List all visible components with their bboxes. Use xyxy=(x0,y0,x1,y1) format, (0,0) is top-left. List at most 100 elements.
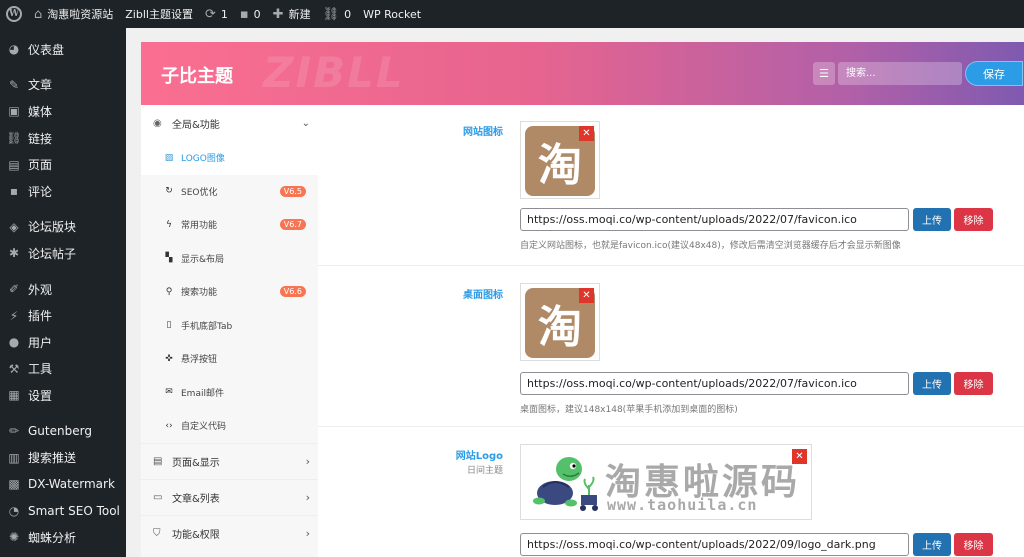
desktop-icon-url-input[interactable] xyxy=(520,372,909,395)
sidebar-item-dx-watermark[interactable]: ▩ DX-Watermark xyxy=(0,471,126,498)
dashboard-icon: ◕ xyxy=(8,42,20,57)
theme-settings-link[interactable]: Zibll主题设置 xyxy=(119,0,199,28)
sidebar-item-label: 用户 xyxy=(28,335,53,350)
target-icon: ◉ xyxy=(153,117,162,129)
list-icon: ☰ xyxy=(819,67,829,80)
sidebar-item-users[interactable]: ● 用户 xyxy=(0,329,126,356)
wordpress-logo-button[interactable]: W xyxy=(0,0,28,28)
options-header: ZIBLL 子比主题 ☰ 保存 xyxy=(141,42,1024,105)
nav-group-permissions[interactable]: ⛉ 功能&权限 › xyxy=(141,514,318,551)
upload-button[interactable]: 上传 xyxy=(913,533,951,556)
sidebar-item-posts[interactable]: ✎ 文章 xyxy=(0,72,126,99)
page-title: 子比主题 xyxy=(161,66,233,87)
nav-group-page-display[interactable]: ▤ 页面&显示 › xyxy=(141,442,318,479)
update-icon: ⟳ xyxy=(204,6,216,22)
wordpress-icon: W xyxy=(6,6,22,22)
updates-link[interactable]: ⟳ 1 xyxy=(199,0,234,28)
favicon-url-input[interactable] xyxy=(520,208,909,231)
nav-group-global[interactable]: ◉ 全局&功能 ⌄ xyxy=(141,105,318,141)
nav-group-label: 功能&权限 xyxy=(172,529,220,541)
sidebar-item-forum-boards[interactable]: ◈ 论坛版块 xyxy=(0,214,126,241)
nav-item-logo[interactable]: ▨ LOGO图像 xyxy=(141,141,318,175)
comments-count: 0 xyxy=(253,7,261,21)
remove-button[interactable]: 移除 xyxy=(954,372,993,395)
pin-icon: ✎ xyxy=(8,77,20,92)
wp-rocket-link[interactable]: WP Rocket xyxy=(357,0,427,28)
sidebar-item-smart-seo[interactable]: ◔ Smart SEO Tool xyxy=(0,498,126,525)
upload-button[interactable]: 上传 xyxy=(913,208,951,231)
save-button[interactable]: 保存 xyxy=(965,61,1023,86)
field-label: 网站图标 xyxy=(463,127,503,138)
sidebar-item-spider[interactable]: ✺ 蜘蛛分析 xyxy=(0,524,126,551)
sidebar-item-search-push[interactable]: ▥ 搜索推送 xyxy=(0,444,126,471)
field-description: 自定义网站图标，也就是favicon.ico(建议48x48)，修改后需清空浏览… xyxy=(520,241,901,251)
shield-icon: ⛉ xyxy=(153,527,161,539)
options-content: 网站图标 淘 ✕ 上传 移除 自定义网站图标，也就是favicon.ico(建议… xyxy=(318,105,1024,557)
pin-icon: ✜ xyxy=(165,353,173,364)
theme-settings-label: Zibll主题设置 xyxy=(125,8,193,21)
sidebar-item-label: 论坛帖子 xyxy=(28,246,77,261)
sidebar-item-label: 外观 xyxy=(28,282,53,297)
remove-button[interactable]: 移除 xyxy=(954,533,993,556)
home-icon: ⌂ xyxy=(34,6,43,22)
logo-url-input[interactable] xyxy=(520,533,909,556)
comment-icon: ▪ xyxy=(9,184,19,199)
links-link[interactable]: ⛓ 0 xyxy=(317,0,358,28)
clear-image-button[interactable]: ✕ xyxy=(579,126,594,141)
nav-item-custom-code[interactable]: ‹› 自定义代码 xyxy=(141,409,318,443)
options-nav: ◉ 全局&功能 ⌄ ▨ LOGO图像 ↻ SEO优化 V6.5 ϟ 常用功能 V6.7 ▚… xyxy=(141,105,318,557)
updates-count: 1 xyxy=(220,7,228,21)
image-icon: ▩ xyxy=(8,477,20,492)
nav-item-layout[interactable]: ▚ 显示&布局 xyxy=(141,241,318,275)
sidebar-item-label: DX-Watermark xyxy=(28,477,115,492)
field-label: 网站Logo xyxy=(455,451,503,462)
new-content-link[interactable]: ✚ 新建 xyxy=(267,0,317,28)
expand-all-button[interactable]: ☰ xyxy=(813,62,835,85)
sidebar-item-settings[interactable]: ▦ 设置 xyxy=(0,382,126,409)
mobile-icon: ▯ xyxy=(166,320,172,331)
layers-icon: ◈ xyxy=(9,219,19,234)
comments-link[interactable]: ▪ 0 xyxy=(234,0,267,28)
search-input[interactable] xyxy=(838,62,962,85)
sidebar-item-label: 文章 xyxy=(28,78,53,93)
nav-item-email[interactable]: ✉ Email邮件 xyxy=(141,375,318,409)
site-name-link[interactable]: ⌂ 淘惠啦资源站 xyxy=(28,0,119,28)
sidebar-item-label: 论坛版块 xyxy=(28,220,77,235)
nav-item-mobile-tab[interactable]: ▯ 手机底部Tab xyxy=(141,308,318,342)
sidebar-item-label: 设置 xyxy=(28,388,53,403)
nav-item-seo[interactable]: ↻ SEO优化 V6.5 xyxy=(141,174,318,208)
nav-item-float-button[interactable]: ✜ 悬浮按钮 xyxy=(141,342,318,376)
nav-item-label: 显示&布局 xyxy=(181,254,225,265)
plugin-icon: ⚡ xyxy=(9,308,19,323)
sidebar-item-links[interactable]: ⛓ 链接 xyxy=(0,125,126,152)
sidebar-item-forum-posts[interactable]: ✱ 论坛帖子 xyxy=(0,240,126,267)
image-preview: 淘 ✕ xyxy=(520,283,600,361)
remove-button[interactable]: 移除 xyxy=(954,208,993,231)
sidebar-item-appearance[interactable]: ✐ 外观 xyxy=(0,276,126,303)
sidebar-item-plugins[interactable]: ⚡ 插件 xyxy=(0,302,126,329)
nav-item-search[interactable]: ⚲ 搜索功能 V6.6 xyxy=(141,275,318,309)
sidebar-item-gutenberg[interactable]: ✏ Gutenberg xyxy=(0,418,126,445)
sidebar-item-label: 工具 xyxy=(28,362,53,377)
clear-image-button[interactable]: ✕ xyxy=(792,449,807,464)
brush-icon: ✐ xyxy=(8,282,20,297)
clear-image-button[interactable]: ✕ xyxy=(579,288,594,303)
mail-icon: ✉ xyxy=(165,387,173,398)
sidebar-item-label: 插件 xyxy=(28,309,53,324)
sidebar-item-pages[interactable]: ▤ 页面 xyxy=(0,151,126,178)
upload-button[interactable]: 上传 xyxy=(913,372,951,395)
sidebar-item-tools[interactable]: ⚒ 工具 xyxy=(0,356,126,383)
image-icon: ▨ xyxy=(164,152,174,163)
turtle-mascot-icon xyxy=(533,457,598,511)
nav-item-common[interactable]: ϟ 常用功能 V6.7 xyxy=(141,208,318,242)
sidebar-item-dashboard[interactable]: ◕ 仪表盘 xyxy=(0,36,126,63)
version-badge: V6.7 xyxy=(279,219,306,231)
nav-group-post-list[interactable]: ▭ 文章&列表 › xyxy=(141,478,318,515)
version-badge: V6.5 xyxy=(279,185,306,197)
sidebar-item-comments[interactable]: ▪ 评论 xyxy=(0,178,126,205)
nav-item-label: 搜索功能 xyxy=(181,288,218,299)
sidebar-item-label: 页面 xyxy=(28,158,53,173)
settings-icon: ▦ xyxy=(8,388,20,403)
nav-group-label: 页面&显示 xyxy=(172,457,220,469)
sidebar-item-media[interactable]: ▣ 媒体 xyxy=(0,98,126,125)
